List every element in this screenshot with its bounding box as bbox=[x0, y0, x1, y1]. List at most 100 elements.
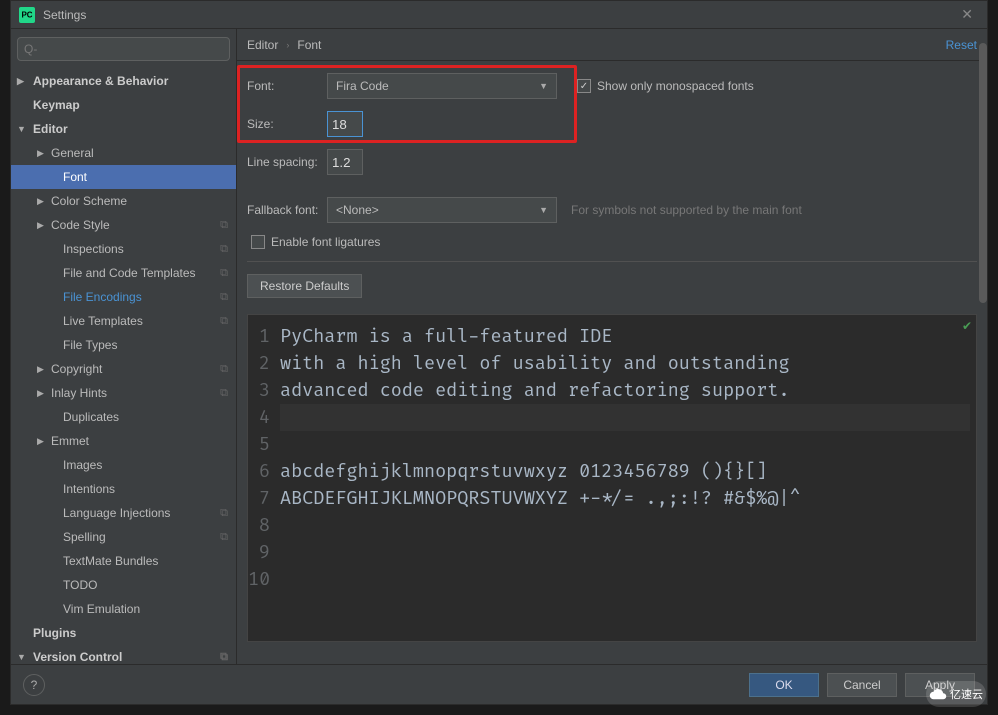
tree-item-duplicates[interactable]: Duplicates bbox=[11, 405, 236, 429]
tree-item-label: File and Code Templates bbox=[63, 266, 196, 280]
fallback-select[interactable]: <None> ▼ bbox=[327, 197, 557, 223]
font-select[interactable]: Fira Code ▼ bbox=[327, 73, 557, 99]
settings-window: Settings ✕ ▶ Appearance & Behavior Keymap ▼… bbox=[10, 0, 988, 705]
ligatures-label: Enable font ligatures bbox=[271, 235, 380, 249]
tree-item-todo[interactable]: TODO bbox=[11, 573, 236, 597]
tree-item-textmate-bundles[interactable]: TextMate Bundles bbox=[11, 549, 236, 573]
tree-item-label: Language Injections bbox=[63, 506, 170, 520]
tree-item-label: Font bbox=[63, 170, 87, 184]
tree-item-keymap[interactable]: Keymap bbox=[11, 93, 236, 117]
font-label: Font: bbox=[247, 79, 327, 93]
tree-item-file-and-code-templates[interactable]: File and Code Templates ⧉ bbox=[11, 261, 236, 285]
mono-checkbox[interactable]: Show only monospaced fonts bbox=[577, 79, 754, 93]
mono-label: Show only monospaced fonts bbox=[597, 79, 754, 93]
tree-item-emmet[interactable]: ▶ Emmet bbox=[11, 429, 236, 453]
chevron-down-icon: ▼ bbox=[539, 81, 548, 91]
scheme-icon: ⧉ bbox=[220, 267, 228, 280]
tree-item-color-scheme[interactable]: ▶ Color Scheme bbox=[11, 189, 236, 213]
tree-item-version-control[interactable]: ▼ Version Control ⧉ bbox=[11, 645, 236, 664]
restore-defaults-button[interactable]: Restore Defaults bbox=[247, 274, 362, 298]
scheme-icon: ⧉ bbox=[220, 387, 228, 400]
tree-item-editor[interactable]: ▼ Editor bbox=[11, 117, 236, 141]
chevron-down-icon: ▼ bbox=[539, 205, 548, 215]
fallback-label: Fallback font: bbox=[247, 203, 327, 217]
tree-item-inspections[interactable]: Inspections ⧉ bbox=[11, 237, 236, 261]
check-icon: ✔ bbox=[962, 319, 972, 333]
tree-item-label: File Encodings bbox=[63, 290, 142, 304]
scheme-icon: ⧉ bbox=[220, 363, 228, 376]
checkbox-box bbox=[577, 79, 591, 93]
tree-item-label: Emmet bbox=[51, 434, 89, 448]
tree-item-file-encodings[interactable]: File Encodings ⧉ bbox=[11, 285, 236, 309]
scheme-icon: ⧉ bbox=[220, 243, 228, 256]
tree-item-copyright[interactable]: ▶ Copyright ⧉ bbox=[11, 357, 236, 381]
tree-item-label: Images bbox=[63, 458, 102, 472]
scheme-icon: ⧉ bbox=[220, 651, 228, 664]
chevron-right-icon: › bbox=[286, 40, 289, 50]
tree-item-appearance-behavior[interactable]: ▶ Appearance & Behavior bbox=[11, 69, 236, 93]
tree-item-label: Intentions bbox=[63, 482, 115, 496]
chevron-right-icon: ▶ bbox=[37, 364, 44, 375]
chevron-down-icon: ▼ bbox=[17, 652, 26, 662]
titlebar: Settings ✕ bbox=[11, 1, 987, 29]
size-input[interactable] bbox=[327, 111, 363, 137]
pycharm-icon bbox=[19, 7, 35, 23]
tree-item-live-templates[interactable]: Live Templates⧉ bbox=[11, 309, 236, 333]
chevron-right-icon: ▶ bbox=[37, 148, 44, 159]
chevron-right-icon: ▶ bbox=[37, 196, 44, 207]
chevron-down-icon: ▼ bbox=[17, 124, 26, 134]
font-preview: 12345678910 PyCharm is a full-featured I… bbox=[247, 314, 977, 642]
tree-item-label: Color Scheme bbox=[51, 194, 127, 208]
ok-button[interactable]: OK bbox=[749, 673, 819, 697]
spacing-input[interactable] bbox=[327, 149, 363, 175]
chevron-right-icon: ▶ bbox=[37, 388, 44, 399]
separator bbox=[247, 261, 977, 262]
scheme-icon: ⧉ bbox=[220, 219, 228, 232]
tree-item-images[interactable]: Images bbox=[11, 453, 236, 477]
crumb-editor[interactable]: Editor bbox=[247, 38, 278, 52]
tree-item-label: Copyright bbox=[51, 362, 102, 376]
tree-item-font[interactable]: Font bbox=[11, 165, 236, 189]
tree-item-plugins[interactable]: Plugins bbox=[11, 621, 236, 645]
tree-item-code-style[interactable]: ▶Code Style⧉ bbox=[11, 213, 236, 237]
scheme-icon: ⧉ bbox=[220, 315, 228, 328]
sidebar: ▶ Appearance & Behavior Keymap ▼ Editor ▶ Gene… bbox=[11, 29, 237, 664]
tree-item-label: TODO bbox=[63, 578, 97, 592]
tree-item-intentions[interactable]: Intentions bbox=[11, 477, 236, 501]
tree-item-inlay-hints[interactable]: ▶Inlay Hints⧉ bbox=[11, 381, 236, 405]
ligatures-checkbox[interactable]: Enable font ligatures bbox=[251, 235, 380, 249]
window-title: Settings bbox=[43, 8, 86, 22]
cancel-button[interactable]: Cancel bbox=[827, 673, 897, 697]
code-preview: PyCharm is a full-featured IDE with a hi… bbox=[274, 315, 976, 641]
crumb-font: Font bbox=[297, 38, 321, 52]
tree-item-label: Editor bbox=[33, 122, 68, 136]
tree-item-label: Version Control bbox=[33, 650, 122, 664]
tree-item-general[interactable]: ▶ General bbox=[11, 141, 236, 165]
gutter: 12345678910 bbox=[248, 315, 274, 641]
tree-item-label: General bbox=[51, 146, 94, 160]
chevron-right-icon: ▶ bbox=[37, 436, 44, 447]
tree-item-label: Vim Emulation bbox=[63, 602, 140, 616]
tree-item-language-injections[interactable]: Language Injections ⧉ bbox=[11, 501, 236, 525]
tree-item-label: Keymap bbox=[33, 98, 80, 112]
footer: ? OK Cancel Apply bbox=[11, 664, 987, 704]
help-button[interactable]: ? bbox=[23, 674, 45, 696]
tree-item-label: Appearance & Behavior bbox=[33, 74, 168, 88]
search-input[interactable] bbox=[17, 37, 230, 61]
tree-item-vim-emulation[interactable]: Vim Emulation bbox=[11, 597, 236, 621]
scheme-icon: ⧉ bbox=[220, 507, 228, 520]
tree-item-file-types[interactable]: File Types bbox=[11, 333, 236, 357]
close-icon[interactable]: ✕ bbox=[955, 4, 979, 25]
breadcrumb: Editor › Font Reset bbox=[237, 29, 987, 61]
fallback-hint: For symbols not supported by the main fo… bbox=[571, 203, 802, 217]
settings-tree: ▶ Appearance & Behavior Keymap ▼ Editor ▶ Gene… bbox=[11, 69, 236, 664]
chevron-right-icon: ▶ bbox=[37, 220, 44, 231]
watermark: 亿速云 bbox=[926, 681, 986, 707]
chevron-right-icon: ▶ bbox=[17, 76, 24, 87]
scheme-icon: ⧉ bbox=[220, 291, 228, 304]
size-label: Size: bbox=[247, 117, 327, 131]
scheme-icon: ⧉ bbox=[220, 531, 228, 544]
tree-item-label: Inspections bbox=[63, 242, 124, 256]
reset-link[interactable]: Reset bbox=[946, 38, 977, 52]
tree-item-spelling[interactable]: Spelling⧉ bbox=[11, 525, 236, 549]
